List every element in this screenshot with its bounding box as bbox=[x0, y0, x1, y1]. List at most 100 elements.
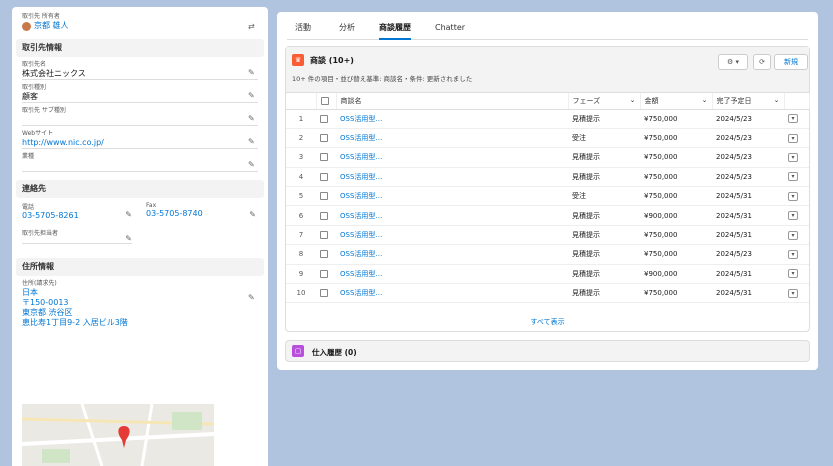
change-owner-icon[interactable]: ⇄ bbox=[248, 23, 256, 31]
opportunity-name-link[interactable]: OSS活用型… bbox=[336, 109, 568, 129]
row-actions-dropdown[interactable]: ▾ bbox=[784, 109, 809, 129]
column-header-phase[interactable]: フェーズ ⌄ bbox=[568, 93, 641, 110]
row-checkbox[interactable] bbox=[316, 225, 336, 246]
row-actions-dropdown[interactable]: ▾ bbox=[784, 167, 809, 188]
field-label: 取引種別 bbox=[22, 84, 47, 91]
row-checkbox[interactable] bbox=[316, 147, 336, 168]
opportunity-phase: 見積提示 bbox=[568, 167, 640, 188]
edit-pencil-icon[interactable]: ✎ bbox=[248, 69, 256, 77]
row-checkbox[interactable] bbox=[316, 283, 336, 304]
chevron-down-icon[interactable]: ▾ bbox=[788, 172, 798, 182]
opportunity-name-link[interactable]: OSS活用型… bbox=[336, 225, 568, 246]
column-header-close-date[interactable]: 完了予定日 ⌄ bbox=[712, 93, 785, 110]
field-value bbox=[22, 115, 258, 125]
purchase-history-title[interactable]: 仕入履歴 (0) bbox=[312, 347, 357, 358]
row-actions-dropdown[interactable]: ▾ bbox=[784, 147, 809, 168]
row-actions-dropdown[interactable]: ▾ bbox=[784, 128, 809, 149]
row-actions-dropdown[interactable]: ▾ bbox=[784, 264, 809, 285]
chevron-down-icon[interactable]: ▾ bbox=[788, 133, 798, 143]
opportunity-phase: 見積提示 bbox=[568, 109, 640, 129]
field-billing-address: 住所(請求先) 日本 〒150-0013 東京都 渋谷区 恵比寿1丁目9-2 入… bbox=[12, 280, 268, 328]
view-all-link[interactable]: すべて表示 bbox=[530, 318, 564, 326]
opportunities-subtitle: 10+ 件の項目・並び替え基準: 商談名・条件: 更新されました bbox=[292, 75, 473, 83]
row-actions-dropdown[interactable]: ▾ bbox=[784, 283, 809, 304]
opportunity-name-link[interactable]: OSS活用型… bbox=[336, 205, 568, 226]
phone-link[interactable]: 03-5705-8261 bbox=[22, 211, 79, 220]
row-actions-dropdown[interactable]: ▾ bbox=[784, 244, 809, 265]
edit-pencil-icon[interactable]: ✎ bbox=[249, 210, 256, 219]
edit-pencil-icon[interactable]: ✎ bbox=[125, 234, 132, 243]
checkbox[interactable] bbox=[320, 192, 328, 201]
column-header-amount[interactable]: 金額 ⌄ bbox=[640, 93, 713, 110]
chevron-down-icon[interactable]: ▾ bbox=[788, 269, 798, 279]
chevron-down-icon[interactable]: ▾ bbox=[788, 152, 798, 162]
chevron-down-icon[interactable]: ▾ bbox=[788, 191, 798, 201]
edit-pencil-icon[interactable]: ✎ bbox=[248, 92, 256, 100]
row-checkbox[interactable] bbox=[316, 264, 336, 285]
opportunity-phase: 見積提示 bbox=[568, 147, 640, 168]
edit-pencil-icon[interactable]: ✎ bbox=[248, 138, 256, 146]
section-company-header[interactable]: 取引先情報 bbox=[16, 39, 264, 57]
checkbox[interactable] bbox=[320, 211, 328, 220]
chevron-down-icon[interactable]: ⌄ bbox=[774, 96, 780, 104]
row-actions-dropdown[interactable]: ▾ bbox=[784, 186, 809, 207]
edit-pencil-icon[interactable]: ✎ bbox=[125, 210, 132, 219]
map-thumbnail[interactable] bbox=[22, 404, 214, 466]
row-checkbox[interactable] bbox=[316, 244, 336, 265]
website-link[interactable]: http://www.nic.co.jp/ bbox=[22, 138, 258, 148]
address-line-country[interactable]: 日本 bbox=[22, 288, 258, 298]
address-line-street[interactable]: 恵比寿1丁目9-2 入居ビル3階 bbox=[22, 318, 258, 328]
tab-opportunity-history[interactable]: 商談履歴 bbox=[379, 22, 411, 40]
checkbox[interactable] bbox=[320, 114, 328, 123]
owner-link[interactable]: 京都 雄人 bbox=[34, 21, 69, 30]
opportunity-name-link[interactable]: OSS活用型… bbox=[336, 264, 568, 285]
new-opportunity-button[interactable]: 新規 bbox=[774, 54, 808, 70]
refresh-icon[interactable]: ⟳ bbox=[753, 54, 771, 70]
row-actions-dropdown[interactable]: ▾ bbox=[784, 225, 809, 246]
checkbox[interactable] bbox=[320, 269, 328, 278]
edit-pencil-icon[interactable]: ✎ bbox=[248, 294, 256, 302]
chevron-down-icon[interactable]: ⌄ bbox=[702, 96, 708, 104]
row-checkbox[interactable] bbox=[316, 128, 336, 149]
address-line-city[interactable]: 東京都 渋谷区 bbox=[22, 308, 258, 318]
chevron-down-icon[interactable]: ▾ bbox=[788, 211, 798, 221]
tab-activity[interactable]: 活動 bbox=[295, 22, 311, 40]
opportunities-title[interactable]: 商談 (10+) bbox=[310, 55, 354, 66]
opportunity-name-link[interactable]: OSS活用型… bbox=[336, 147, 568, 168]
section-address-header[interactable]: 住所情報 bbox=[16, 258, 264, 276]
row-checkbox[interactable] bbox=[316, 186, 336, 207]
address-line-postal[interactable]: 〒150-0013 bbox=[22, 298, 258, 308]
checkbox[interactable] bbox=[320, 289, 328, 298]
opportunity-name-link[interactable]: OSS活用型… bbox=[336, 167, 568, 188]
select-all-checkbox[interactable] bbox=[316, 93, 337, 110]
checkbox[interactable] bbox=[320, 134, 328, 143]
row-checkbox[interactable] bbox=[316, 167, 336, 188]
settings-dropdown-button[interactable]: ⚙ ▾ bbox=[718, 54, 748, 70]
opportunity-amount: ¥750,000 bbox=[640, 147, 712, 168]
tab-chatter[interactable]: Chatter bbox=[435, 22, 465, 40]
edit-pencil-icon[interactable]: ✎ bbox=[248, 161, 256, 169]
opportunity-name-link[interactable]: OSS活用型… bbox=[336, 186, 568, 207]
row-number: 8 bbox=[286, 244, 316, 265]
checkbox[interactable] bbox=[320, 153, 328, 162]
field-account-name: 取引先名 株式会社ニックス ✎ bbox=[12, 61, 268, 79]
checkbox[interactable] bbox=[320, 172, 328, 181]
opportunity-name-link[interactable]: OSS活用型… bbox=[336, 128, 568, 149]
row-actions-dropdown[interactable]: ▾ bbox=[784, 205, 809, 226]
fax-link[interactable]: 03-5705-8740 bbox=[146, 209, 203, 218]
chevron-down-icon[interactable]: ▾ bbox=[788, 249, 798, 259]
edit-pencil-icon[interactable]: ✎ bbox=[248, 115, 256, 123]
chevron-down-icon[interactable]: ▾ bbox=[788, 288, 798, 298]
column-header-name[interactable]: 商談名 bbox=[336, 93, 569, 110]
chevron-down-icon[interactable]: ▾ bbox=[788, 230, 798, 240]
tab-analysis[interactable]: 分析 bbox=[339, 22, 355, 40]
chevron-down-icon[interactable]: ⌄ bbox=[630, 96, 636, 104]
opportunity-name-link[interactable]: OSS活用型… bbox=[336, 283, 568, 304]
section-contact-header[interactable]: 連絡先 bbox=[16, 180, 264, 198]
checkbox[interactable] bbox=[320, 250, 328, 259]
opportunity-name-link[interactable]: OSS活用型… bbox=[336, 244, 568, 265]
row-checkbox[interactable] bbox=[316, 205, 336, 226]
row-checkbox[interactable] bbox=[316, 109, 336, 129]
chevron-down-icon[interactable]: ▾ bbox=[788, 114, 798, 124]
checkbox[interactable] bbox=[320, 231, 328, 240]
